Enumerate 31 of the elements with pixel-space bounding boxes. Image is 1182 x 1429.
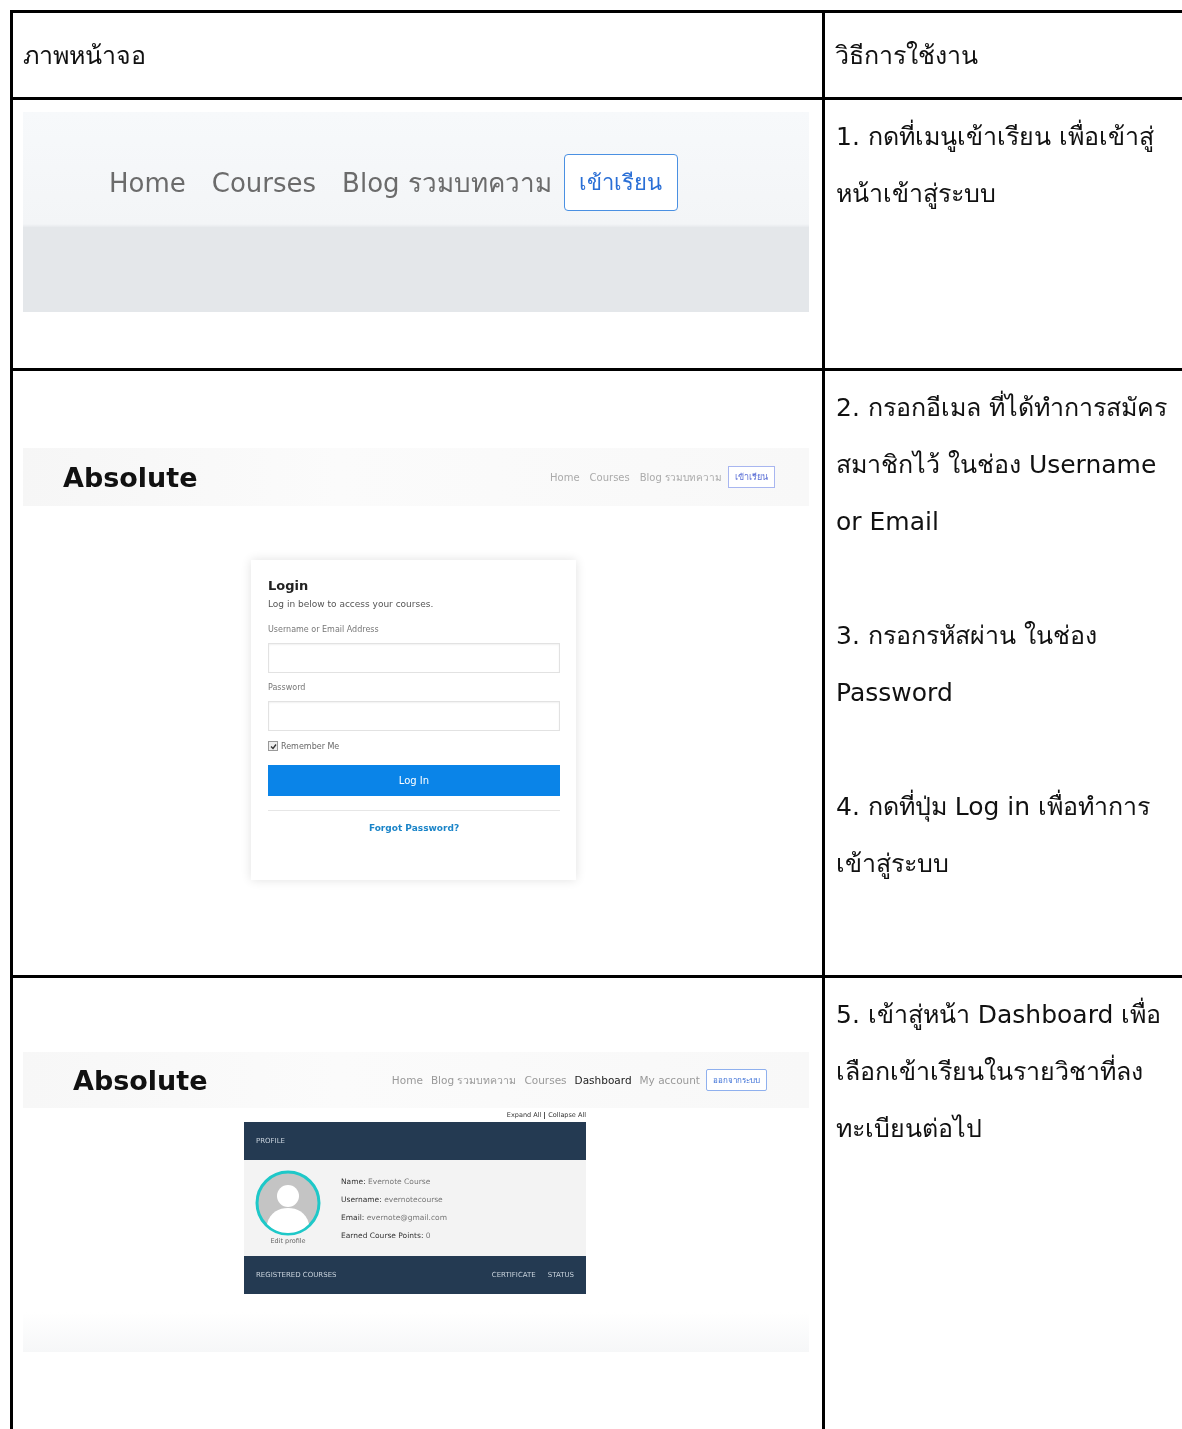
- logout-button[interactable]: ออกจากระบบ: [706, 1069, 767, 1091]
- checkbox[interactable]: [268, 741, 278, 751]
- input-field[interactable]: [268, 701, 560, 731]
- instruction-text: 1. กดที่เมนูเข้าเรียน เพื่อเข้าสู่หน้าเข้าสู่ระบบ: [836, 108, 1181, 222]
- nav-link[interactable]: Blog รวมบทความ: [342, 162, 552, 203]
- nav-link[interactable]: Home: [391, 1074, 423, 1086]
- nav-link[interactable]: Dashboard: [574, 1074, 632, 1086]
- nav-link[interactable]: Home: [109, 167, 186, 198]
- column-header: วิธีการใช้งาน: [835, 40, 978, 72]
- nav-link[interactable]: My account: [639, 1074, 700, 1086]
- checkbox-label: Remember Me: [281, 741, 340, 751]
- instruction-text: 5. เข้าสู่หน้า Dashboard เพื่อเลือกเข้าเรียนในรายวิชาที่ลงทะเบียนต่อไป: [836, 986, 1181, 1157]
- login-button[interactable]: Log In: [268, 765, 560, 796]
- instruction-text: 3. กรอกรหัสผ่าน ในช่อง Password: [836, 620, 1098, 709]
- login-title: Login: [268, 578, 310, 593]
- forgot-password-link[interactable]: Forgot Password?: [268, 823, 560, 833]
- field-label: Password: [268, 683, 307, 692]
- instruction-text: 4. กดที่ปุ่ม Log in เพื่อทำการเข้าสู่ระบบ: [836, 778, 1181, 892]
- nav-link[interactable]: Blog รวมบทความ: [430, 1071, 517, 1089]
- enroll-button[interactable]: เข้าเรียน: [728, 466, 775, 488]
- field-label: Username or Email Address: [268, 625, 380, 634]
- enroll-button[interactable]: เข้าเรียน: [563, 154, 678, 211]
- input-field[interactable]: [268, 643, 560, 673]
- login-subtitle: Log in below to access your courses.: [268, 599, 435, 609]
- site-logo[interactable]: Absolute: [63, 461, 198, 493]
- avatar-icon: [255, 1170, 321, 1236]
- instruction-text: 2. กรอกอีเมล ที่ได้ทำการสมัครสมาชิกไว้ ในช่อง Username or Email: [836, 379, 1181, 550]
- column-header: ภาพหน้าจอ: [23, 40, 146, 72]
- nav-link[interactable]: Courses: [211, 167, 317, 198]
- site-logo[interactable]: Absolute: [73, 1064, 208, 1096]
- nav-link[interactable]: Courses: [524, 1074, 567, 1086]
